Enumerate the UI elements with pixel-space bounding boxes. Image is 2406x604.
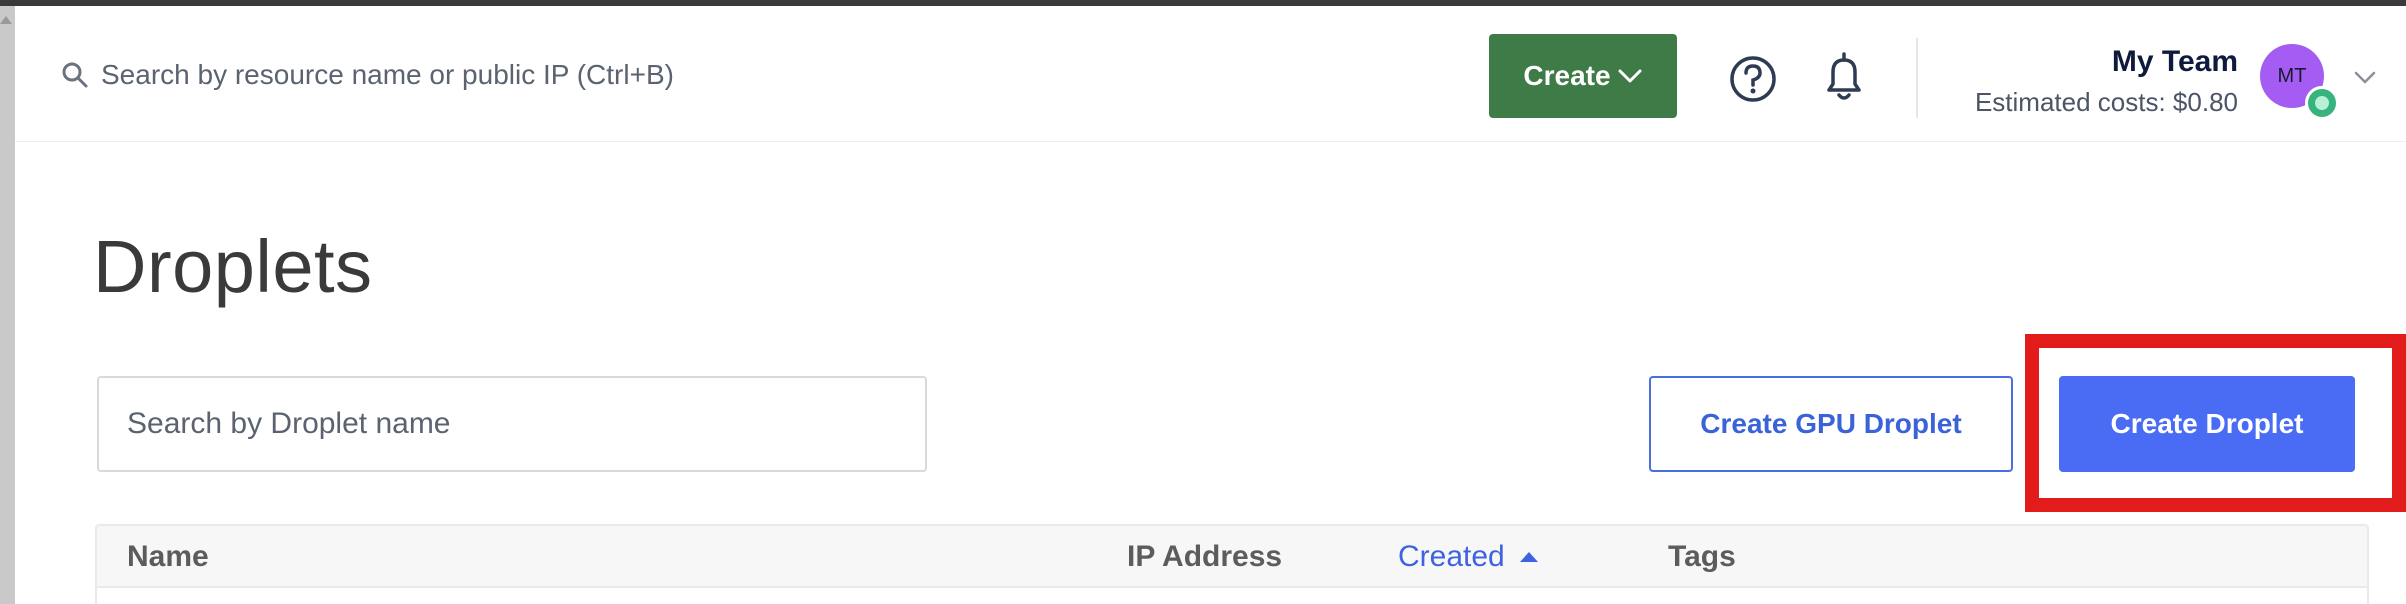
sort-ascending-icon — [1519, 552, 1538, 562]
app-container: Create My Team Estimated costs: $0.80 MT — [15, 6, 2406, 604]
page-title: Droplets — [93, 225, 373, 308]
left-scrollbar[interactable] — [0, 6, 15, 604]
search-icon — [62, 62, 88, 88]
droplet-search[interactable] — [97, 376, 927, 472]
avatar-initials: MT — [2277, 64, 2307, 87]
droplet-search-input[interactable] — [127, 407, 907, 441]
create-menu-label: Create — [1523, 60, 1611, 91]
global-search-input[interactable] — [101, 59, 921, 91]
status-badge-icon — [2305, 86, 2339, 120]
top-header: Create My Team Estimated costs: $0.80 MT — [15, 6, 2406, 142]
team-info[interactable]: My Team Estimated costs: $0.80 — [1975, 44, 2238, 120]
droplets-table-header: Name IP Address Created Tags — [95, 524, 2369, 586]
column-header-ip-address[interactable]: IP Address — [1127, 540, 1282, 574]
team-name: My Team — [2111, 45, 2238, 78]
global-search[interactable] — [59, 50, 959, 100]
column-header-created-label: Created — [1398, 540, 1505, 573]
create-menu-button[interactable]: Create — [1489, 34, 1677, 118]
create-droplet-button[interactable]: Create Droplet — [2059, 376, 2355, 472]
notifications-bell-icon[interactable] — [1819, 50, 1869, 106]
column-header-created[interactable]: Created — [1398, 540, 1539, 574]
scroll-up-arrow-icon[interactable] — [0, 16, 12, 24]
help-icon[interactable] — [1728, 54, 1778, 104]
chevron-down-icon[interactable] — [2353, 70, 2377, 86]
create-gpu-droplet-button[interactable]: Create GPU Droplet — [1649, 376, 2013, 472]
create-droplet-label: Create Droplet — [2110, 408, 2304, 439]
column-header-tags[interactable]: Tags — [1668, 540, 1736, 574]
column-header-name[interactable]: Name — [127, 540, 209, 574]
header-divider — [1916, 38, 1918, 118]
chevron-down-icon — [1618, 69, 1642, 83]
table-row[interactable] — [95, 586, 2369, 604]
create-gpu-droplet-label: Create GPU Droplet — [1700, 408, 1962, 439]
estimated-costs: Estimated costs: $0.80 — [1974, 87, 2238, 117]
